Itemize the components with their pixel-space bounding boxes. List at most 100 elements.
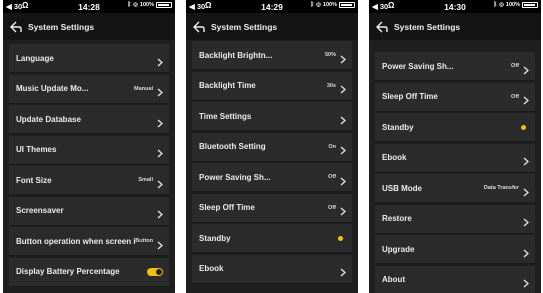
standby-indicator-dot[interactable] [338,235,343,241]
status-bar: ◀ 30 Ω 14:29 ᛒ ◎ 100% [186,0,358,13]
settings-row[interactable]: Standby [192,224,352,253]
settings-row[interactable]: Sleep Off Time Off [192,193,352,223]
back-icon[interactable] [375,20,389,34]
settings-row-label: UI Themes [16,145,57,154]
settings-row-label: Backlight Brightn... [199,50,273,60]
chevron-right-icon [523,214,530,227]
page-header: System Settings [186,13,358,40]
settings-row-value: Off [328,204,336,211]
page-title: System Settings [28,21,95,32]
toggle-switch[interactable] [147,267,163,276]
settings-row[interactable]: Sleep Off Time Off [375,82,535,112]
back-icon[interactable] [192,20,206,34]
settings-row-label: Power Saving Sh... [382,61,454,71]
battery-percent: 100% [322,2,337,8]
settings-row-label: Display Battery Percentage [16,267,120,276]
status-bar: ◀ 30 Ω 14:30 ᛒ ◎ 100% [369,0,541,13]
settings-row-label: USB Mode [382,183,422,193]
settings-row-label: Standby [382,122,414,132]
chevron-right-icon [523,62,530,75]
settings-row-label: Bluetooth Setting [199,142,266,151]
settings-row-label: Language [16,53,54,63]
settings-row-label: Sleep Off Time [382,92,438,101]
settings-row[interactable]: Bluetooth Setting On [192,132,352,162]
bluetooth-icon: ᛒ [127,2,132,8]
settings-row[interactable]: About [375,265,535,293]
chevron-right-icon [157,176,164,189]
settings-row[interactable]: Backlight Brightn... 50% [192,41,352,70]
settings-row[interactable]: Language [9,44,169,73]
settings-row[interactable]: Standby [375,113,535,142]
chevron-right-icon [523,92,530,105]
settings-row[interactable]: Power Saving Sh... Off [375,52,535,81]
status-icons: ᛒ ◎ 100% [494,2,538,8]
chevron-right-icon [523,245,530,258]
battery-icon [156,2,172,8]
page-header: System Settings [3,13,175,40]
settings-row-value: Off [328,174,336,180]
settings-list: Backlight Brightn... 50% Backlight Time 30s… [192,41,352,285]
settings-row-label: Upgrade [382,244,415,254]
settings-row[interactable]: UI Themes [9,135,169,165]
chevron-right-icon [340,51,347,64]
settings-row[interactable]: Screensaver [9,196,169,226]
timer-icon: ◎ [499,2,504,8]
bluetooth-icon: ᛒ [310,2,315,8]
settings-row[interactable]: Ebook [192,254,352,284]
chevron-right-icon [340,81,347,94]
settings-row[interactable]: Upgrade [375,235,535,264]
device-screen: ◀ 30 Ω 14:29 ᛒ ◎ 100% System Settings Ba… [186,0,358,293]
settings-row[interactable]: Display Battery Percentage [9,257,169,287]
standby-indicator-dot[interactable] [521,124,526,130]
chevron-right-icon [340,112,347,125]
battery-percent: 100% [139,2,154,8]
settings-row-value: On [328,143,336,150]
chevron-right-icon [157,84,164,97]
settings-row[interactable]: USB Mode Data Transfer [375,174,535,203]
chevron-right-icon [157,237,164,250]
settings-row[interactable]: Restore [375,204,535,234]
settings-row[interactable]: Font Size Small [9,166,169,195]
settings-row-label: Update Database [16,114,81,124]
settings-row-label: Ebook [382,153,407,162]
settings-row-label: Music Update Mo... [16,84,89,93]
settings-row[interactable]: Button operation when screen is offButto… [9,227,169,256]
chevron-right-icon [340,173,347,186]
settings-row-value: 30s [326,82,336,89]
chevron-right-icon [340,264,347,277]
settings-row[interactable]: Music Update Mo... Manual [9,74,169,104]
settings-row-label: Ebook [199,264,224,273]
settings-row-value: Manual [134,85,153,92]
settings-row-label: Restore [382,214,412,223]
chevron-right-icon [523,153,530,166]
settings-row[interactable]: Ebook [375,143,535,173]
chevron-right-icon [523,275,530,288]
page-title: System Settings [394,21,461,32]
settings-row-label: Time Settings [199,111,252,121]
timer-icon: ◎ [316,2,321,8]
device-screen: ◀ 30 Ω 14:28 ᛒ ◎ 100% System Settings La… [3,0,175,293]
settings-row[interactable]: Update Database [9,105,169,134]
settings-row-label: About [382,275,406,284]
settings-row[interactable]: Time Settings [192,102,352,131]
settings-list: Power Saving Sh... Off Sleep Off Time Off St… [375,52,535,293]
settings-row-label: Backlight Time [199,81,256,90]
settings-row[interactable]: Backlight Time 30s [192,71,352,101]
battery-percent: 100% [505,2,520,8]
settings-row-value: Off [511,93,519,100]
chevron-right-icon [157,145,164,158]
settings-row[interactable]: Power Saving Sh... Off [192,163,352,192]
settings-row-value: Small [138,177,153,183]
chevron-right-icon [340,142,347,155]
status-bar: ◀ 30 Ω 14:28 ᛒ ◎ 100% [3,0,175,13]
settings-row-label: Font Size [16,175,52,185]
settings-row-label: Sleep Off Time [199,203,255,212]
settings-row-label: Button operation when screen is off [16,236,135,246]
battery-icon [339,2,355,8]
chevron-right-icon [157,54,164,67]
chevron-right-icon [340,203,347,216]
settings-row-value: 50% [324,52,336,58]
settings-row-label: Standby [199,233,231,243]
back-icon[interactable] [9,20,23,34]
timer-icon: ◎ [133,2,138,8]
